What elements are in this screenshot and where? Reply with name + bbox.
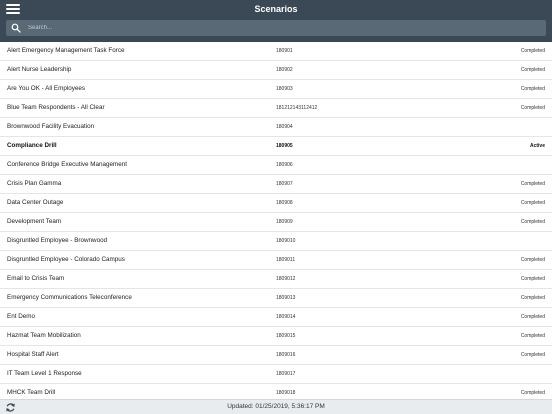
scenario-code: 180903	[276, 86, 293, 92]
status-badge: Completed	[520, 333, 545, 339]
status-badge: Completed	[520, 352, 545, 358]
status-badge: Completed	[520, 86, 545, 92]
list-item[interactable]: Emergency Communications Teleconference 1…	[0, 289, 552, 308]
search-icon	[11, 23, 21, 33]
status-badge: Completed	[520, 67, 545, 73]
scenario-name: Disgruntled Employee - Colorado Campus	[7, 256, 125, 263]
scenario-code: 181212143112412	[276, 105, 318, 111]
list-item[interactable]: Data Center Outage 180908 Completed	[0, 194, 552, 213]
scenario-name: Alert Nurse Leadership	[7, 66, 72, 73]
list-item[interactable]: Disgruntled Employee - Colorado Campus 18…	[0, 251, 552, 270]
scenario-name: Compliance Drill	[7, 142, 57, 149]
status-footer: Updated: 01/25/2019, 5:36:17 PM	[0, 399, 552, 414]
status-badge: Completed	[520, 181, 545, 187]
list-item[interactable]: Hospital Staff Alert 1809016 Completed	[0, 346, 552, 365]
status-badge: Completed	[520, 200, 545, 206]
search-input[interactable]	[28, 20, 538, 36]
scenario-name: Alert Emergency Management Task Force	[7, 47, 125, 54]
list-item[interactable]: Ent Demo 1809014 Completed	[0, 308, 552, 327]
list-item[interactable]: Conference Bridge Executive Management 18…	[0, 156, 552, 175]
list-item[interactable]: Compliance Drill 180905 Active	[0, 137, 552, 156]
status-badge: Completed	[520, 314, 545, 320]
scenario-list: Alert Emergency Management Task Force 180…	[0, 42, 552, 399]
scenario-code: 1809015	[276, 333, 296, 339]
list-item[interactable]: Email to Crisis Team 1809012 Completed	[0, 270, 552, 289]
status-badge: Completed	[520, 105, 545, 111]
scenario-code: 1809012	[276, 276, 296, 282]
status-badge: Completed	[520, 276, 545, 282]
scenario-code: 1809014	[276, 314, 296, 320]
scenario-name: Ent Demo	[7, 313, 35, 320]
status-badge: Completed	[520, 295, 545, 301]
scenario-code: 1809013	[276, 295, 296, 301]
search-bar[interactable]	[6, 20, 546, 36]
list-item[interactable]: Alert Nurse Leadership 180902 Completed	[0, 61, 552, 80]
scenario-name: Hazmat Team Mobilization	[7, 332, 81, 339]
scenario-name: Emergency Communications Teleconference	[7, 294, 132, 301]
scenario-code: 1809018	[276, 390, 296, 396]
scenario-name: Hospital Staff Alert	[7, 351, 59, 358]
list-item[interactable]: IT Team Level 1 Response 1809017	[0, 365, 552, 384]
app-header: Scenarios	[0, 0, 552, 42]
scenario-code: 180901	[276, 48, 293, 54]
scenario-code: 180907	[276, 181, 293, 187]
scenario-name: Disgruntled Employee - Brownwood	[7, 237, 108, 244]
status-badge: Active	[529, 143, 545, 149]
scenario-name: MHCK Team Drill	[7, 389, 56, 396]
list-item[interactable]: Hazmat Team Mobilization 1809015 Completed	[0, 327, 552, 346]
scenario-code: 180908	[276, 200, 293, 206]
scenario-name: Conference Bridge Executive Management	[7, 161, 128, 168]
status-badge: Completed	[520, 48, 545, 54]
list-item[interactable]: Disgruntled Employee - Brownwood 1809010	[0, 232, 552, 251]
scenario-name: Brownwood Facility Evacuation	[7, 123, 95, 130]
scenario-name: IT Team Level 1 Response	[7, 370, 82, 377]
list-item[interactable]: Crisis Plan Gamma 180907 Completed	[0, 175, 552, 194]
scenario-code: 1809017	[276, 371, 296, 377]
scenario-name: Data Center Outage	[7, 199, 64, 206]
scenario-code: 180904	[276, 124, 293, 130]
scenario-code: 180902	[276, 67, 293, 73]
list-item[interactable]: Alert Emergency Management Task Force 180…	[0, 42, 552, 61]
scenario-name: Blue Team Respondents - All Clear	[7, 104, 105, 111]
scenario-name: Development Team	[7, 218, 62, 225]
scenario-code: 180909	[276, 219, 293, 225]
list-item[interactable]: Are You OK - All Employees 180903 Complete…	[0, 80, 552, 99]
list-item[interactable]: Brownwood Facility Evacuation 180904	[0, 118, 552, 137]
list-item[interactable]: Blue Team Respondents - All Clear 1812121…	[0, 99, 552, 118]
scenario-code: 1809010	[276, 238, 296, 244]
list-item[interactable]: MHCK Team Drill 1809018 Completed	[0, 384, 552, 399]
scenario-name: Crisis Plan Gamma	[7, 180, 62, 187]
scenario-code: 1809011	[276, 257, 296, 263]
status-badge: Completed	[520, 390, 545, 396]
scenario-code: 1809016	[276, 352, 296, 358]
last-updated-text: Updated: 01/25/2019, 5:36:17 PM	[227, 403, 325, 410]
status-badge: Completed	[520, 219, 545, 225]
scenario-code: 180905	[276, 143, 293, 149]
scenario-code: 180906	[276, 162, 293, 168]
scenario-name: Are You OK - All Employees	[7, 85, 86, 92]
list-item[interactable]: Development Team 180909 Completed	[0, 213, 552, 232]
scenario-name: Email to Crisis Team	[7, 275, 65, 282]
page-title: Scenarios	[254, 4, 298, 14]
status-badge: Completed	[520, 257, 545, 263]
